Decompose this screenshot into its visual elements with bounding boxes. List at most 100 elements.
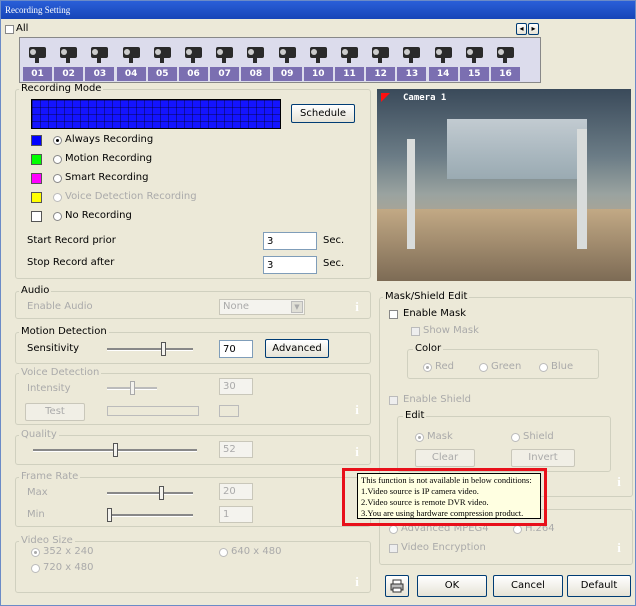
- size-720-radio[interactable]: [31, 564, 40, 573]
- edit-shield-radio[interactable]: [511, 433, 520, 442]
- intensity-slider-thumb[interactable]: [130, 381, 135, 395]
- camera-button[interactable]: 01: [23, 41, 52, 81]
- clear-button[interactable]: Clear: [415, 449, 475, 467]
- motion-recording-label: Motion Recording: [65, 153, 153, 164]
- camera-button[interactable]: 11: [335, 41, 364, 81]
- scroll-left-button[interactable]: ◂: [516, 23, 527, 35]
- voice-recording-radio[interactable]: [53, 193, 62, 202]
- ok-button[interactable]: OK: [417, 575, 487, 597]
- invert-button[interactable]: Invert: [511, 449, 575, 467]
- camera-number: 07: [210, 67, 240, 81]
- cancel-button[interactable]: Cancel: [493, 575, 563, 597]
- motion-color-swatch: [31, 154, 42, 165]
- camera-button[interactable]: 12: [366, 41, 396, 81]
- size-352-radio[interactable]: [31, 548, 40, 557]
- sensitivity-slider-thumb[interactable]: [161, 342, 166, 356]
- camera-button[interactable]: 05: [147, 41, 177, 81]
- edit-mask-radio[interactable]: [415, 433, 424, 442]
- camera-icon: [303, 41, 333, 67]
- size-640-radio[interactable]: [219, 548, 228, 557]
- sensitivity-slider-track[interactable]: [107, 348, 193, 351]
- mpeg4-radio[interactable]: [389, 525, 398, 534]
- camera-icon: [366, 41, 396, 67]
- preview-floor: [377, 209, 631, 281]
- quality-slider-thumb[interactable]: [113, 443, 118, 457]
- min-label: Min: [27, 509, 45, 520]
- default-button[interactable]: Default: [567, 575, 631, 597]
- enable-shield-checkbox[interactable]: [389, 396, 398, 405]
- camera-button[interactable]: 14: [428, 41, 458, 81]
- camera-button[interactable]: 06: [179, 41, 208, 81]
- schedule-bar[interactable]: [31, 99, 281, 129]
- max-label: Max: [27, 487, 48, 498]
- always-color-swatch: [31, 135, 42, 146]
- intensity-input[interactable]: 30: [219, 378, 253, 395]
- color-green-radio[interactable]: [479, 363, 488, 372]
- camera-button[interactable]: 02: [54, 41, 84, 81]
- always-recording-radio[interactable]: [53, 136, 62, 145]
- quality-input[interactable]: 52: [219, 441, 253, 458]
- smart-recording-radio[interactable]: [53, 174, 62, 183]
- start-prior-input[interactable]: 3: [263, 232, 317, 250]
- h264-radio[interactable]: [513, 525, 522, 534]
- camera-number: 13: [397, 67, 427, 81]
- sensitivity-input[interactable]: 70: [219, 340, 253, 358]
- camera-button[interactable]: 04: [116, 41, 146, 81]
- quality-title: Quality: [19, 429, 59, 440]
- chevron-down-icon[interactable]: ▼: [291, 301, 303, 313]
- stop-after-input[interactable]: 3: [263, 256, 317, 274]
- max-slider-thumb[interactable]: [159, 486, 164, 500]
- start-sec-label: Sec.: [323, 235, 345, 246]
- show-mask-checkbox[interactable]: [411, 327, 420, 336]
- window-title: Recording Setting: [1, 1, 635, 19]
- motion-recording-radio[interactable]: [53, 155, 62, 164]
- camera-icon: [54, 41, 84, 67]
- color-blue-radio[interactable]: [539, 363, 548, 372]
- color-red-radio[interactable]: [423, 363, 432, 372]
- scroll-right-button[interactable]: ▸: [528, 23, 539, 35]
- video-encryption-checkbox[interactable]: [389, 544, 398, 553]
- camera-icon: [335, 41, 364, 67]
- min-input[interactable]: 1: [219, 506, 253, 523]
- info-icon[interactable]: i: [353, 300, 361, 314]
- camera-button[interactable]: 07: [210, 41, 240, 81]
- min-slider-track[interactable]: [107, 514, 193, 517]
- camera-icon: [272, 41, 302, 67]
- max-slider-track[interactable]: [107, 492, 193, 495]
- camera-button[interactable]: 10: [303, 41, 333, 81]
- camera-number: 04: [116, 67, 146, 81]
- advanced-button[interactable]: Advanced: [265, 339, 329, 358]
- camera-button[interactable]: 09: [272, 41, 302, 81]
- size-640-label: 640 x 480: [231, 546, 282, 557]
- voice-level-meter: [107, 406, 199, 416]
- color-green-label: Green: [491, 361, 522, 372]
- all-checkbox[interactable]: [5, 25, 14, 34]
- enable-mask-checkbox[interactable]: [389, 310, 398, 319]
- info-icon[interactable]: i: [615, 475, 623, 489]
- info-icon[interactable]: i: [615, 541, 623, 555]
- camera-button[interactable]: 08: [241, 41, 271, 81]
- camera-label: Camera 1: [403, 93, 447, 103]
- info-icon[interactable]: i: [353, 445, 361, 459]
- recording-mode-title: Recording Mode: [19, 83, 104, 94]
- min-slider-thumb[interactable]: [107, 508, 112, 522]
- camera-preview: [377, 89, 631, 281]
- camera-button[interactable]: 16: [491, 41, 520, 81]
- size-720-label: 720 x 480: [43, 562, 94, 573]
- no-recording-radio[interactable]: [53, 212, 62, 221]
- test-button[interactable]: Test: [25, 403, 85, 421]
- print-button[interactable]: [385, 575, 409, 597]
- schedule-button[interactable]: Schedule: [291, 104, 355, 123]
- camera-button[interactable]: 15: [459, 41, 489, 81]
- camera-button[interactable]: 13: [397, 41, 427, 81]
- camera-number: 12: [366, 67, 396, 81]
- smart-recording-label: Smart Recording: [65, 172, 149, 183]
- max-input[interactable]: 20: [219, 483, 253, 500]
- info-icon[interactable]: i: [353, 403, 361, 417]
- mask-shield-title: Mask/Shield Edit: [383, 291, 470, 302]
- audio-title: Audio: [19, 285, 52, 296]
- info-icon[interactable]: i: [353, 575, 361, 589]
- camera-button[interactable]: 03: [85, 41, 115, 81]
- no-recording-label: No Recording: [65, 210, 132, 221]
- camera-number: 11: [335, 67, 364, 81]
